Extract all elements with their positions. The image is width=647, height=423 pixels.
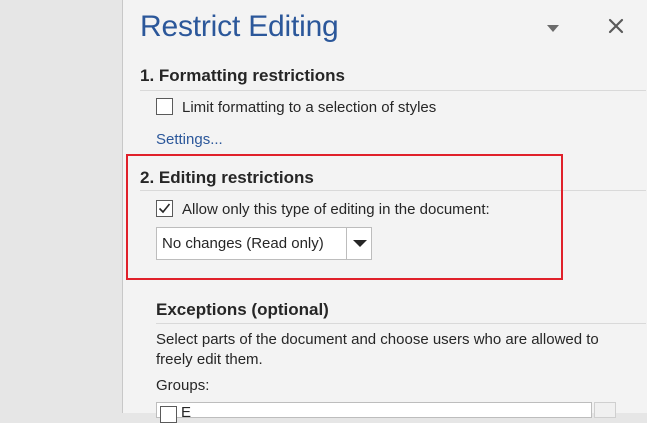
section-divider <box>156 323 646 324</box>
document-area <box>0 0 122 413</box>
section-divider <box>140 90 646 91</box>
exceptions-description: Select parts of the document and choose … <box>156 330 626 370</box>
groups-item-checkbox[interactable] <box>160 406 177 423</box>
settings-link[interactable]: Settings... <box>156 131 223 148</box>
limit-formatting-checkbox[interactable] <box>156 98 173 115</box>
groups-label: Groups: <box>156 377 210 394</box>
formatting-restrictions-heading: 1. Formatting restrictions <box>140 66 345 85</box>
groups-list[interactable]: E <box>156 402 592 423</box>
exceptions-description-line: freely edit them. <box>156 351 263 368</box>
pane-title: Restrict Editing <box>140 10 339 43</box>
restrict-editing-pane: Restrict Editing 1. Formatting restricti… <box>122 0 647 423</box>
exceptions-description-line: Select parts of the document and choose … <box>156 331 599 348</box>
groups-scrollbar[interactable] <box>594 402 616 418</box>
exceptions-heading: Exceptions (optional) <box>156 300 329 319</box>
close-icon[interactable] <box>607 17 625 35</box>
pane-options-dropdown-icon[interactable] <box>547 25 559 32</box>
highlight-annotation-box <box>126 154 563 280</box>
limit-formatting-label: Limit formatting to a selection of style… <box>182 99 437 116</box>
